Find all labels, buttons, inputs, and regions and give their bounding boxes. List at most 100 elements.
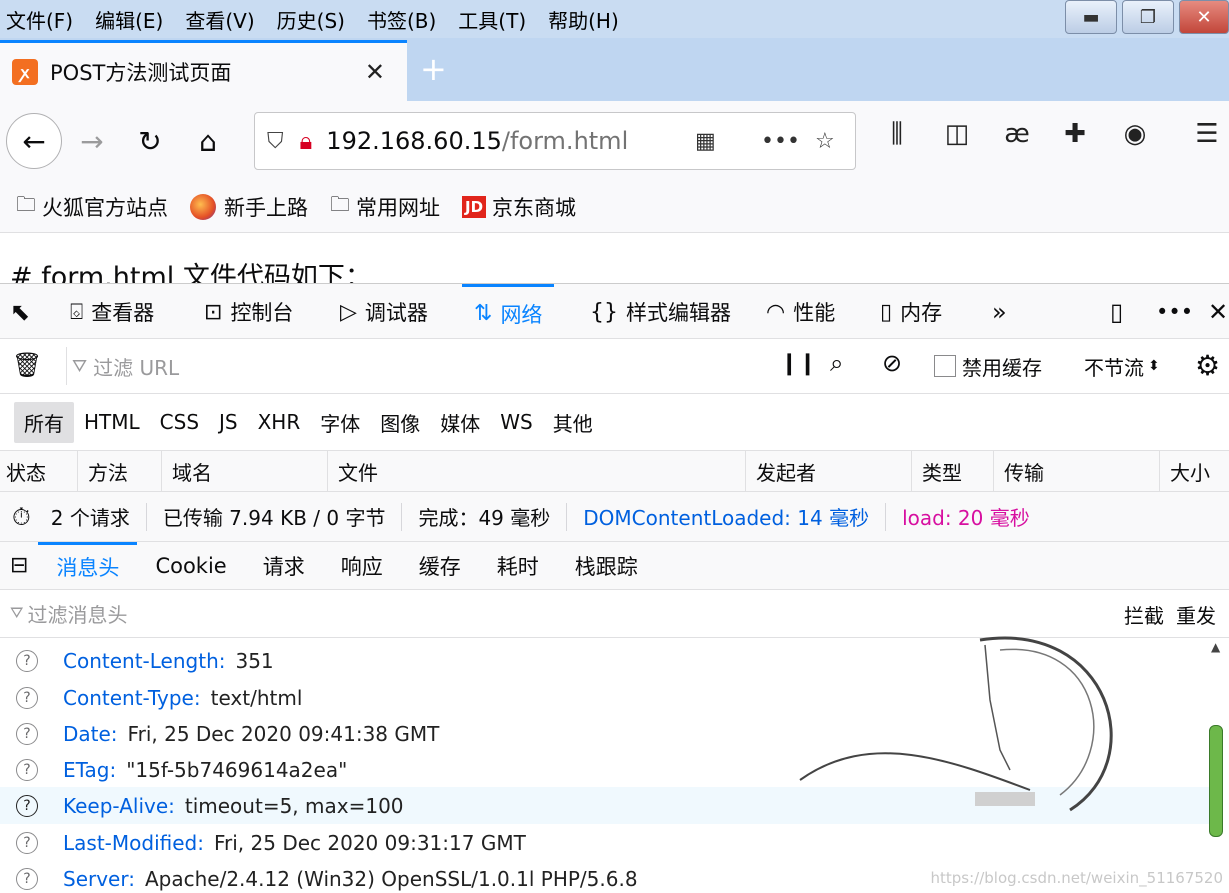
column-type[interactable]: 类型 — [912, 451, 994, 491]
account-icon[interactable]: ◉ — [1113, 119, 1157, 149]
library-icon[interactable]: ⫼ — [875, 119, 919, 150]
element-picker-icon[interactable]: ⬉ — [10, 284, 30, 340]
forward-button[interactable]: → — [64, 113, 120, 169]
column-size[interactable]: 大小 — [1160, 451, 1229, 491]
filter-headers-input[interactable]: ⛛ 过滤消息头 — [10, 590, 127, 636]
filter-html[interactable]: HTML — [74, 404, 150, 440]
url-bar[interactable]: ⛉ 🔒︎ 192.168.60.15/form.html ▦ ••• ☆ — [254, 112, 856, 170]
block-icon[interactable]: ⊘ — [882, 349, 902, 377]
help-icon[interactable]: ? — [16, 649, 38, 672]
reload-button[interactable]: ↻ — [122, 113, 178, 169]
tab-memory[interactable]: ▯ 内存 — [880, 284, 942, 340]
tab-timings[interactable]: 耗时 — [479, 542, 557, 590]
tab-debugger[interactable]: ▷ 调试器 — [340, 284, 428, 340]
star-icon[interactable]: ☆ — [815, 129, 835, 154]
filter-css[interactable]: CSS — [150, 404, 209, 440]
help-icon[interactable]: ? — [16, 831, 38, 854]
tab-performance[interactable]: ◠ 性能 — [766, 284, 835, 340]
tab-console[interactable]: ⊡ 控制台 — [204, 284, 293, 340]
filter-media[interactable]: 媒体 — [430, 402, 490, 443]
pause-icon[interactable]: ❙❙ — [780, 351, 817, 376]
tab-response[interactable]: 响应 — [323, 542, 401, 590]
tab-headers[interactable]: 消息头 — [38, 541, 138, 590]
more-tools-chevron-icon[interactable]: » — [992, 284, 1007, 340]
filter-js[interactable]: JS — [209, 404, 248, 440]
menu-view[interactable]: 查看(V) — [185, 5, 254, 34]
home-button[interactable]: ⌂ — [180, 113, 236, 169]
insecure-lock-icon[interactable]: 🔒︎ — [300, 127, 313, 155]
tab-request[interactable]: 请求 — [245, 542, 323, 590]
close-tab-icon[interactable]: ✕ — [365, 58, 385, 86]
url-text[interactable]: 192.168.60.15/form.html — [326, 127, 628, 155]
devtools-toolbar: ⬉ ⌺ 查看器 ⊡ 控制台 ▷ 调试器 ⇅ 网络 {} 样式编辑器 ◠ 性能 ▯ 内存 » ▯… — [0, 283, 1229, 339]
disable-cache-checkbox[interactable]: 禁用缓存 — [934, 339, 1042, 393]
trash-icon[interactable]: 🗑︎ — [12, 351, 42, 379]
qrcode-icon[interactable]: ▦ — [695, 129, 716, 154]
header-row[interactable]: ? Last-Modified: Fri, 25 Dec 2020 09:31:17… — [0, 824, 1210, 861]
help-icon[interactable]: ? — [16, 794, 38, 817]
filter-other[interactable]: 其他 — [543, 402, 603, 443]
bookmark-item[interactable]: 🗀 火狐官方站点 — [16, 190, 168, 224]
column-status[interactable]: 状态 — [0, 451, 78, 491]
column-method[interactable]: 方法 — [78, 451, 162, 491]
filter-all[interactable]: 所有 — [14, 401, 74, 443]
extension-ae-icon[interactable]: æ — [995, 119, 1039, 149]
column-file[interactable]: 文件 — [328, 451, 746, 491]
filter-ws[interactable]: WS — [490, 404, 542, 440]
tab-label: 内存 — [900, 301, 943, 325]
tab-style-editor[interactable]: {} 样式编辑器 — [590, 284, 731, 340]
search-icon[interactable]: ⌕ — [830, 349, 843, 377]
minimize-button[interactable]: ▬ — [1065, 0, 1117, 34]
scrollbar-thumb[interactable] — [1209, 725, 1223, 837]
help-icon[interactable]: ? — [16, 867, 38, 890]
nav-bar: ← → ↻ ⌂ ⛉ 🔒︎ 192.168.60.15/form.html ▦ •… — [0, 101, 1229, 181]
scrollbar[interactable]: ▲ — [1207, 640, 1227, 893]
menu-edit[interactable]: 编辑(E) — [95, 5, 163, 34]
menu-bookmarks[interactable]: 书签(B) — [367, 5, 436, 34]
column-transferred[interactable]: 传输 — [994, 451, 1160, 491]
resend-button[interactable]: 重发 — [1176, 600, 1229, 629]
bookmark-item[interactable]: 新手上路 — [190, 192, 308, 222]
help-icon[interactable]: ? — [16, 758, 38, 781]
settings-gear-icon[interactable]: ⚙ — [1195, 349, 1220, 382]
tab-label: 调试器 — [364, 301, 428, 325]
menu-help[interactable]: 帮助(H) — [548, 5, 619, 34]
menu-history[interactable]: 历史(S) — [277, 5, 345, 34]
column-initiator[interactable]: 发起者 — [746, 451, 912, 491]
filter-xhr[interactable]: XHR — [248, 404, 311, 440]
hamburger-menu-icon[interactable]: ☰ — [1185, 119, 1229, 149]
help-icon[interactable]: ? — [16, 686, 38, 709]
sidebar-icon[interactable]: ◫ — [935, 119, 979, 149]
new-tab-icon[interactable]: + — [420, 50, 447, 88]
menu-file[interactable]: 文件(F) — [6, 5, 73, 34]
summary-transferred: 已传输 7.94 KB / 0 字节 — [147, 502, 403, 531]
toggle-panel-icon[interactable]: ⊟ — [0, 542, 38, 590]
tab-stack-trace[interactable]: 栈跟踪 — [557, 542, 656, 590]
filter-url-input[interactable]: ⛛ 过滤 URL — [72, 339, 752, 393]
close-devtools-icon[interactable]: ✕ — [1208, 284, 1228, 340]
bookmark-item[interactable]: JD 京东商城 — [462, 192, 576, 222]
tab-inspector[interactable]: ⌺ 查看器 — [70, 284, 154, 340]
bookmark-item[interactable]: 🗀 常用网址 — [330, 190, 440, 224]
column-domain[interactable]: 域名 — [162, 451, 328, 491]
devtools-menu-icon[interactable]: ••• — [1156, 284, 1193, 340]
dock-icon[interactable]: ▯ — [1110, 284, 1123, 340]
back-button[interactable]: ← — [6, 113, 62, 169]
close-window-button[interactable]: ✕ — [1179, 0, 1229, 34]
restore-button[interactable]: ❐ — [1122, 0, 1174, 34]
help-icon[interactable]: ? — [16, 722, 38, 745]
scroll-up-icon[interactable]: ▲ — [1211, 640, 1220, 654]
shield-icon[interactable]: ⛉ — [267, 129, 284, 154]
menu-tools[interactable]: 工具(T) — [458, 5, 526, 34]
puzzle-extension-icon[interactable]: ✚ — [1053, 119, 1097, 149]
tab-cookies[interactable]: Cookie — [137, 542, 244, 590]
filter-fonts[interactable]: 字体 — [310, 402, 370, 443]
filter-images[interactable]: 图像 — [370, 402, 430, 443]
header-name: Last-Modified: — [63, 830, 204, 855]
more-actions-icon[interactable]: ••• — [761, 129, 800, 154]
tab-cache[interactable]: 缓存 — [401, 542, 479, 590]
tab-network[interactable]: ⇅ 网络 — [462, 284, 555, 340]
logo-badge — [975, 792, 1035, 806]
throttle-select[interactable]: 不节流 ⬍ — [1084, 339, 1160, 393]
browser-tab[interactable]: ꭗ POST方法测试页面 ✕ — [0, 40, 407, 101]
